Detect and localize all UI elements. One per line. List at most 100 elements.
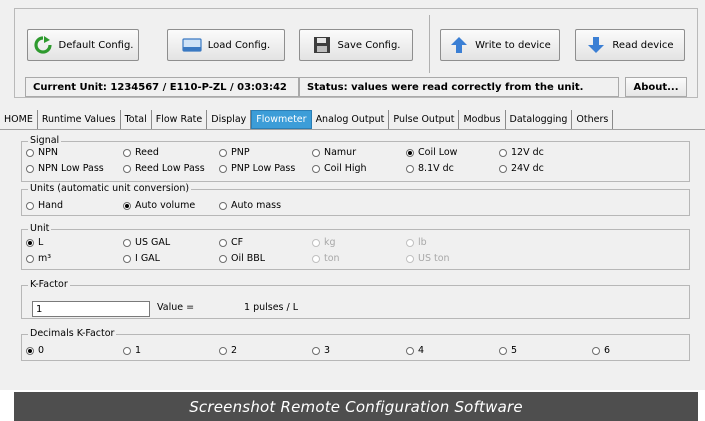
radio-dot [219, 202, 227, 210]
default-config-label: Default Config. [58, 39, 134, 51]
decimals-radio-3[interactable]: 3 [312, 345, 330, 357]
radio-dot [312, 347, 320, 355]
radio-dot [123, 165, 131, 173]
units-radio-auto-volume[interactable]: Auto volume [123, 200, 195, 212]
radio-label: NPN [38, 147, 58, 158]
decimals-radio-4[interactable]: 4 [406, 345, 424, 357]
tab-flowmeter[interactable]: Flowmeter [251, 110, 312, 129]
tab-flow-rate[interactable]: Flow Rate [151, 110, 208, 129]
signal-radio-npn-low-pass[interactable]: NPN Low Pass [26, 163, 104, 175]
radio-label: 24V dc [511, 163, 544, 174]
radio-dot [406, 165, 414, 173]
radio-label: Coil High [324, 163, 367, 174]
units-radio-auto-mass[interactable]: Auto mass [219, 200, 281, 212]
decimals-radio-0[interactable]: 0 [26, 345, 44, 357]
unit-radio-l[interactable]: L [26, 237, 43, 249]
radio-label: L [38, 237, 44, 248]
radio-dot [219, 165, 227, 173]
read-device-button[interactable]: Read device [575, 29, 685, 61]
status-message-field: Status: values were read correctly from … [299, 77, 619, 97]
tab-home[interactable]: HOME [0, 110, 38, 129]
unit-radio-ton[interactable]: ton [312, 253, 340, 265]
unit-radio-cf[interactable]: CF [219, 237, 243, 249]
decimals-group-title: Decimals K-Factor [28, 328, 117, 340]
unit-radio-us-ton[interactable]: US ton [406, 253, 450, 265]
decimals-radio-2[interactable]: 2 [219, 345, 237, 357]
decimals-radio-1[interactable]: 1 [123, 345, 141, 357]
radio-label: ton [324, 253, 340, 264]
tab-analog-output[interactable]: Analog Output [311, 110, 390, 129]
current-unit-text: Current Unit: 1234567 / E110-P-ZL / 03:0… [33, 81, 287, 93]
about-button[interactable]: About... [625, 77, 687, 97]
radio-dot [312, 149, 320, 157]
unit-group: Unit L US GAL CF kg lb m³ I GAL Oil BBL … [21, 223, 690, 270]
radio-label: Auto volume [135, 200, 196, 211]
radio-label: 0 [38, 345, 45, 356]
radio-dot [123, 255, 131, 263]
about-label: About... [633, 81, 679, 93]
tab-others[interactable]: Others [572, 110, 614, 129]
radio-label: lb [418, 237, 427, 248]
signal-radio-coil-low[interactable]: Coil Low [406, 147, 457, 159]
current-unit-field: Current Unit: 1234567 / E110-P-ZL / 03:0… [25, 77, 299, 97]
radio-dot [26, 202, 34, 210]
radio-dot [123, 239, 131, 247]
arrow-up-icon [449, 35, 469, 55]
tab-display[interactable]: Display [207, 110, 252, 129]
tab-total[interactable]: Total [120, 110, 152, 129]
load-config-button[interactable]: Load Config. [167, 29, 285, 61]
signal-radio-namur[interactable]: Namur [312, 147, 356, 159]
unit-radio-us-gal[interactable]: US GAL [123, 237, 170, 249]
write-to-device-label: Write to device [475, 39, 551, 51]
signal-radio-pnp-low-pass[interactable]: PNP Low Pass [219, 163, 295, 175]
radio-dot [219, 149, 227, 157]
unit-radio-m3[interactable]: m³ [26, 253, 51, 265]
unit-radio-kg[interactable]: kg [312, 237, 336, 249]
tab-runtime-values[interactable]: Runtime Values [37, 110, 121, 129]
unit-radio-lb[interactable]: lb [406, 237, 427, 249]
tab-pulse-output[interactable]: Pulse Output [389, 110, 460, 129]
kfactor-group: K-Factor Value = 1 pulses / L [21, 279, 690, 319]
signal-radio-npn[interactable]: NPN [26, 147, 58, 159]
kfactor-group-title: K-Factor [28, 279, 70, 291]
kfactor-input[interactable] [32, 301, 150, 317]
radio-label: Reed Low Pass [135, 163, 205, 174]
signal-radio-24v-dc[interactable]: 24V dc [499, 163, 544, 175]
tab-modbus[interactable]: Modbus [459, 110, 506, 129]
radio-dot [26, 347, 34, 355]
tab-underline [0, 129, 705, 130]
unit-group-title: Unit [28, 223, 52, 235]
signal-radio-12v-dc[interactable]: 12V dc [499, 147, 544, 159]
tab-datalogging[interactable]: Datalogging [505, 110, 573, 129]
radio-label: 3 [324, 345, 331, 356]
decimals-radio-6[interactable]: 6 [592, 345, 610, 357]
radio-dot [312, 255, 320, 263]
units-group-title: Units (automatic unit conversion) [28, 183, 192, 195]
decimals-radio-5[interactable]: 5 [499, 345, 517, 357]
signal-radio-8-1v-dc[interactable]: 8.1V dc [406, 163, 454, 175]
radio-dot [219, 255, 227, 263]
signal-radio-coil-high[interactable]: Coil High [312, 163, 367, 175]
signal-radio-reed[interactable]: Reed [123, 147, 159, 159]
read-device-label: Read device [612, 39, 674, 51]
radio-dot [499, 149, 507, 157]
signal-radio-pnp[interactable]: PNP [219, 147, 250, 159]
unit-radio-oil-bbl[interactable]: Oil BBL [219, 253, 265, 265]
radio-label: PNP [231, 147, 250, 158]
radio-label: m³ [38, 253, 52, 264]
signal-radio-reed-low-pass[interactable]: Reed Low Pass [123, 163, 205, 175]
load-config-label: Load Config. [207, 39, 271, 51]
radio-label: 5 [511, 345, 518, 356]
signal-group: Signal NPN Reed PNP Namur Coil Low 12V d… [21, 135, 690, 182]
radio-dot [123, 149, 131, 157]
write-to-device-button[interactable]: Write to device [440, 29, 560, 61]
unit-radio-i-gal[interactable]: I GAL [123, 253, 160, 265]
radio-dot [312, 165, 320, 173]
radio-label: US ton [418, 253, 450, 264]
units-radio-hand[interactable]: Hand [26, 200, 63, 212]
radio-label: 12V dc [511, 147, 544, 158]
status-message-text: Status: values were read correctly from … [307, 81, 584, 93]
save-config-button[interactable]: Save Config. [299, 29, 413, 61]
default-config-button[interactable]: Default Config. [27, 29, 139, 61]
radio-label: 8.1V dc [418, 163, 454, 174]
